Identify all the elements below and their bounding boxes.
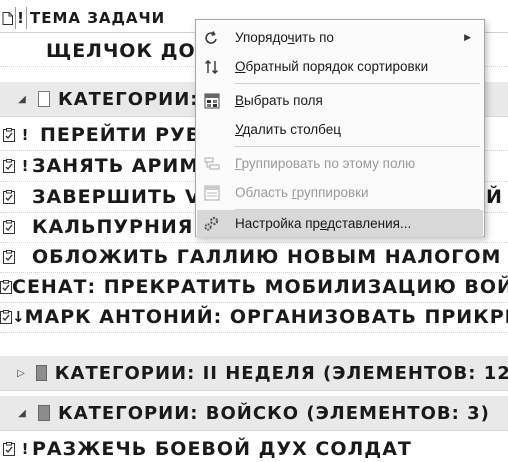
group-label: Категории: ii неделя (элементов: 12) — [54, 362, 508, 384]
task-subject[interactable]: Перейти Руби — [40, 124, 218, 146]
task-subject[interactable]: Занять Арими — [32, 155, 216, 177]
task-icon — [0, 250, 18, 264]
category-color-icon — [38, 91, 50, 107]
task-icon — [0, 280, 12, 294]
page-icon — [2, 11, 13, 25]
table-row[interactable]: Обложить Галлию новым налогом — [0, 242, 508, 273]
field-chooser-icon — [197, 93, 227, 109]
expand-arrow-icon[interactable]: ▷ — [14, 368, 28, 379]
task-icon — [0, 442, 18, 456]
table-row[interactable]: ↓ Марк Антоний: организовать прикрытие п… — [0, 302, 508, 333]
sort-order-icon — [197, 30, 227, 46]
task-icon — [0, 190, 18, 204]
collapse-arrow-icon[interactable]: ◢ — [14, 408, 30, 419]
importance-column-header[interactable]: ! — [17, 4, 25, 32]
table-row[interactable]: Сенат: прекратить мобилизацию войск пом — [0, 272, 508, 303]
icon-column-header[interactable] — [0, 4, 14, 32]
menu-item-reverse-sort[interactable]: Обратный порядок сортировки — [197, 53, 483, 80]
task-subject-overflow: Й — [486, 186, 503, 208]
column-divider — [26, 7, 27, 29]
menu-item-arrange-by[interactable]: Упорядочить по ▶ — [197, 24, 483, 51]
group-label: Категории: i — [58, 88, 214, 110]
menu-item-remove-column[interactable]: Удалить столбец — [197, 116, 483, 143]
collapse-arrow-icon[interactable]: ◢ — [14, 94, 30, 105]
column-context-menu: Упорядочить по ▶ Обратный порядок сортир… — [195, 19, 485, 237]
task-icon — [0, 128, 18, 142]
task-icon — [0, 220, 18, 234]
importance-indicator: ! — [21, 126, 29, 144]
menu-separator — [234, 83, 480, 84]
task-subject[interactable]: Обложить Галлию новым налогом — [32, 246, 501, 268]
group-by-field-icon — [197, 156, 227, 172]
menu-item-view-settings[interactable]: Настройка представления... — [197, 210, 483, 237]
column-divider — [15, 7, 16, 29]
menu-item-group-by-field[interactable]: Группировать по этому полю — [197, 150, 483, 177]
menu-item-field-chooser[interactable]: Выбрать поля — [197, 87, 483, 114]
task-icon — [0, 159, 18, 173]
task-subject[interactable]: Сенат: прекратить мобилизацию войск пом — [12, 276, 508, 298]
category-color-icon — [38, 405, 50, 421]
subject-column-header[interactable]: Тема задачи — [28, 4, 165, 32]
reverse-sort-icon — [197, 59, 227, 75]
category-color-icon — [36, 365, 47, 381]
menu-separator — [234, 146, 480, 147]
view-settings-icon — [197, 216, 227, 232]
table-row[interactable]: ! Разжечь боевой дух солдат — [0, 434, 508, 462]
group-box-icon — [197, 185, 227, 201]
task-subject[interactable]: Марк Антоний: организовать прикрытие пер… — [25, 306, 508, 328]
group-header[interactable]: ◢ Категории: войско (элементов: 3) — [0, 396, 508, 431]
menu-item-group-by-box[interactable]: Область группировки — [197, 179, 483, 206]
task-subject[interactable]: Разжечь боевой дух солдат — [32, 438, 412, 460]
task-icon — [0, 310, 12, 324]
group-header[interactable]: ▷ Категории: ii неделя (элементов: 12) — [0, 356, 508, 391]
group-label: Категории: войско (элементов: 3) — [58, 402, 490, 424]
importance-indicator: ! — [21, 440, 29, 458]
submenu-arrow-icon: ▶ — [464, 32, 471, 42]
importance-indicator: ! — [21, 157, 29, 175]
low-importance-icon: ↓ — [12, 308, 25, 326]
